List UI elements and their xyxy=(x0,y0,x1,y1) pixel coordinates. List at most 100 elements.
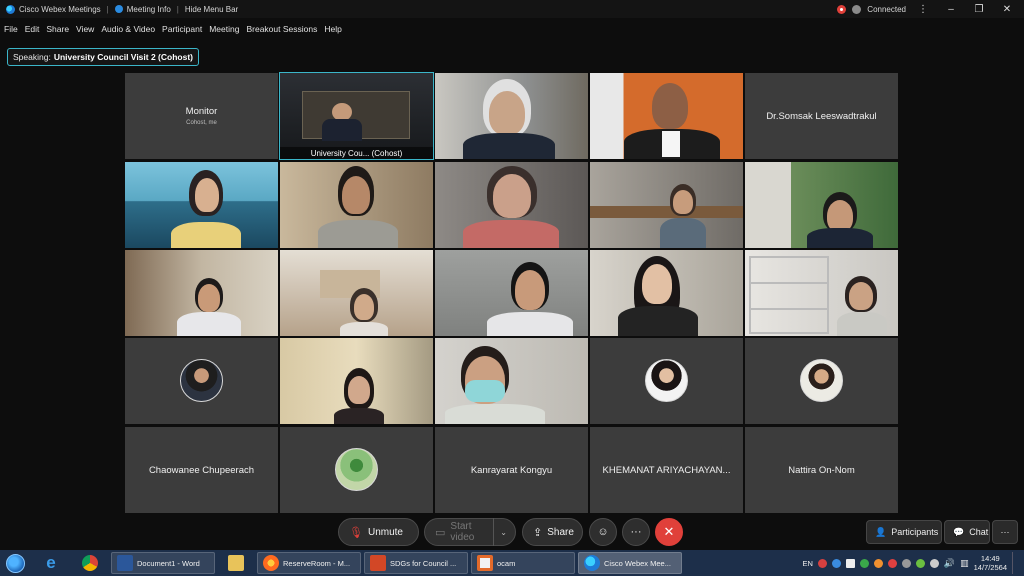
meeting-info-button[interactable]: Meeting Info xyxy=(127,5,171,14)
tray-app-icon[interactable] xyxy=(845,558,855,568)
person-icon: 👤 xyxy=(875,526,887,537)
tray-app-icon[interactable] xyxy=(929,558,939,568)
participant-name: Nattira On-Nom xyxy=(788,464,855,476)
taskbar-app-ocam[interactable]: ocam xyxy=(471,552,575,574)
start-video-label: Start video xyxy=(450,521,475,543)
participant-name: KHEMANAT ARIYACHAYAN... xyxy=(602,464,731,476)
tray-app-icon[interactable] xyxy=(887,558,897,568)
minimize-button[interactable]: – xyxy=(940,4,962,15)
participant-tile-video[interactable] xyxy=(435,162,588,248)
participant-tile-video[interactable] xyxy=(280,338,433,424)
speaking-prefix: Speaking: xyxy=(13,52,51,62)
participants-button[interactable]: 👤 Participants xyxy=(866,520,942,544)
more-panels-button[interactable]: ··· xyxy=(992,520,1018,544)
participant-tile-video[interactable] xyxy=(435,250,588,336)
participant-tile-somsak[interactable]: Dr.Somsak Leeswadtrakul xyxy=(745,73,898,159)
taskbar-app-word[interactable]: Document1 - Word xyxy=(111,552,215,574)
ellipsis-icon: ··· xyxy=(630,526,642,538)
participant-tile-video[interactable] xyxy=(590,73,743,159)
language-indicator[interactable]: EN xyxy=(802,559,812,568)
menu-audio-video[interactable]: Audio & Video xyxy=(101,24,155,34)
share-icon: ⇪ xyxy=(533,526,543,539)
participant-tile-video[interactable] xyxy=(435,73,588,159)
tray-app-icon[interactable] xyxy=(915,558,925,568)
participant-name: Chaowanee Chupeerach xyxy=(148,464,255,476)
taskbar-app-powerpoint[interactable]: SDGs for Council ... xyxy=(364,552,468,574)
menu-share[interactable]: Share xyxy=(46,24,69,34)
participant-tile-avatar[interactable] xyxy=(125,338,278,424)
participant-tile-kanrayarat[interactable]: Kanrayarat Kongyu xyxy=(435,427,588,513)
chrome-button[interactable] xyxy=(72,552,108,574)
unmute-label: Unmute xyxy=(367,526,403,538)
menu-file[interactable]: File xyxy=(4,24,18,34)
participant-tile-video[interactable] xyxy=(435,338,588,424)
participant-tile-video[interactable] xyxy=(280,250,433,336)
menu-edit[interactable]: Edit xyxy=(25,24,40,34)
file-explorer-button[interactable] xyxy=(218,552,254,574)
clock-time: 14:49 xyxy=(980,554,1000,563)
avatar xyxy=(800,359,843,402)
connection-icon xyxy=(852,4,862,14)
participant-tile-avatar[interactable] xyxy=(280,427,433,513)
menu-meeting[interactable]: Meeting xyxy=(209,24,239,34)
avatar xyxy=(645,359,688,402)
taskbar-app-label: ReserveRoom - M... xyxy=(283,558,351,568)
leave-meeting-button[interactable]: ✕ xyxy=(655,518,683,546)
start-video-button[interactable]: ▭ Start video ⌄ xyxy=(424,518,516,546)
powerpoint-icon xyxy=(370,555,386,571)
taskbar-app-firefox[interactable]: ReserveRoom - M... xyxy=(257,552,361,574)
menu-view[interactable]: View xyxy=(76,24,94,34)
close-button[interactable]: ✕ xyxy=(996,4,1018,15)
tray-app-icon[interactable] xyxy=(859,558,869,568)
windows-logo-icon xyxy=(5,553,25,573)
reactions-button[interactable]: ☺ xyxy=(589,518,617,546)
tray-app-icon[interactable] xyxy=(817,558,827,568)
show-desktop-button[interactable] xyxy=(1012,552,1020,574)
participant-tile-nattira[interactable]: Nattira On-Nom xyxy=(745,427,898,513)
restore-button[interactable]: ❐ xyxy=(968,4,990,15)
unmute-button[interactable]: 🎙 Unmute xyxy=(338,518,419,546)
network-icon[interactable]: ▥ xyxy=(960,558,969,569)
participant-tile-monitor[interactable]: Monitor Cohost, me xyxy=(125,73,278,159)
menu-bar: File Edit Share View Audio & Video Parti… xyxy=(0,20,1024,38)
participant-tile-khemanat[interactable]: KHEMANAT ARIYACHAYAN... xyxy=(590,427,743,513)
share-button[interactable]: ⇪ Share xyxy=(522,518,583,546)
internet-explorer-button[interactable]: e xyxy=(33,552,69,574)
participant-tile-video[interactable] xyxy=(280,162,433,248)
meeting-controls: 🎙 Unmute ▭ Start video ⌄ ⇪ Share ☺ ··· ✕… xyxy=(0,516,1024,548)
participant-tile-avatar[interactable] xyxy=(590,338,743,424)
chevron-down-icon[interactable]: ⌄ xyxy=(493,518,507,546)
webex-icon xyxy=(584,555,600,571)
windows-taskbar: e Document1 - Word ReserveRoom - M... SD… xyxy=(0,550,1024,576)
start-button[interactable] xyxy=(0,550,30,576)
participant-tile-video[interactable] xyxy=(125,162,278,248)
clock[interactable]: 14:49 14/7/2564 xyxy=(974,554,1007,572)
recording-icon xyxy=(837,4,847,14)
participant-tile-university-council[interactable]: University Cou... (Cohost) xyxy=(279,72,434,160)
active-speaker-indicator: Speaking: University Council Visit 2 (Co… xyxy=(7,48,199,66)
participant-tile-video[interactable] xyxy=(745,162,898,248)
participant-role: Cohost, me xyxy=(186,120,217,126)
tray-app-icon[interactable] xyxy=(873,558,883,568)
more-options-icon[interactable]: ⋮ xyxy=(912,4,934,15)
more-options-button[interactable]: ··· xyxy=(622,518,650,546)
chat-button[interactable]: 💬 Chat xyxy=(944,520,990,544)
participant-tile-avatar[interactable] xyxy=(745,338,898,424)
meeting-info-icon[interactable] xyxy=(114,5,123,13)
tray-app-icon[interactable] xyxy=(901,558,911,568)
hide-menu-bar-button[interactable]: Hide Menu Bar xyxy=(185,5,238,14)
participant-tile-video[interactable] xyxy=(745,250,898,336)
menu-participant[interactable]: Participant xyxy=(162,24,202,34)
participants-label: Participants xyxy=(891,527,939,537)
taskbar-app-webex[interactable]: Cisco Webex Mee... xyxy=(578,552,682,574)
participant-tile-video[interactable] xyxy=(590,250,743,336)
participant-tile-video[interactable] xyxy=(125,250,278,336)
volume-icon[interactable]: 🔊 xyxy=(944,558,955,569)
tray-app-icon[interactable] xyxy=(831,558,841,568)
menu-breakout-sessions[interactable]: Breakout Sessions xyxy=(246,24,317,34)
chrome-icon xyxy=(82,555,98,571)
participant-tile-video[interactable] xyxy=(590,162,743,248)
webex-logo-icon xyxy=(6,4,15,14)
participant-tile-chaowanee[interactable]: Chaowanee Chupeerach xyxy=(125,427,278,513)
menu-help[interactable]: Help xyxy=(324,24,341,34)
